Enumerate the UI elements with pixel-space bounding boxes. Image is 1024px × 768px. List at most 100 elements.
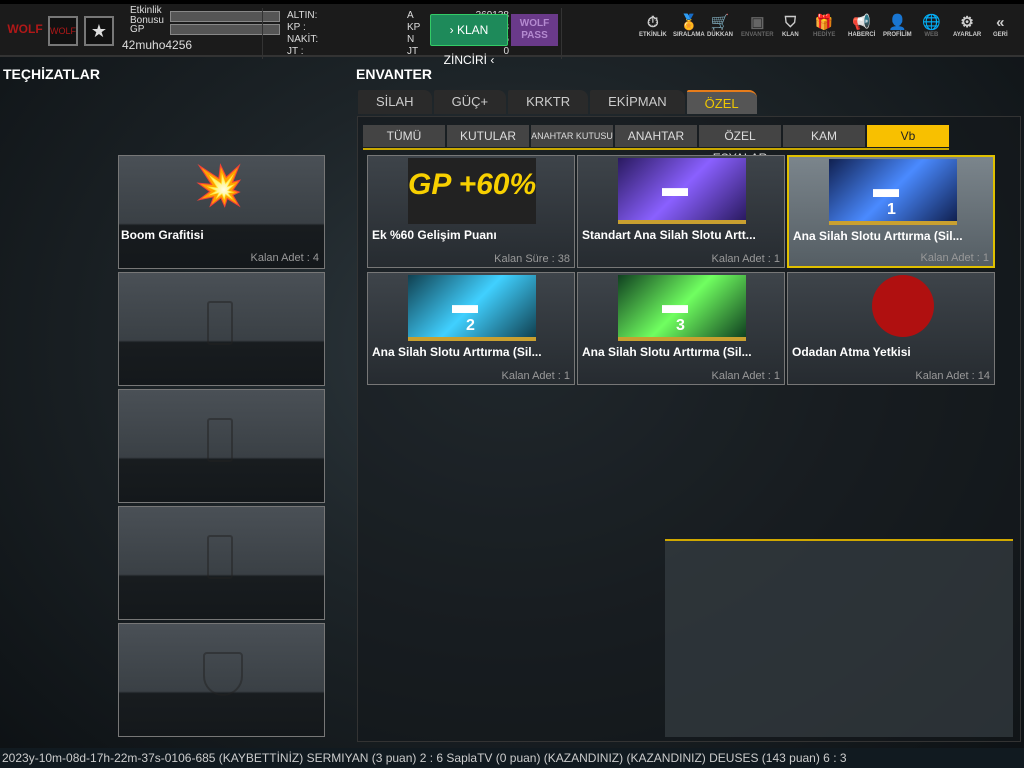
item-count: Kalan Adet : 14 [915,370,990,382]
equipment-slot-empty[interactable] [118,389,325,503]
nav-label: KLAN [782,32,799,38]
nav-label: DÜKKAN [707,32,733,38]
rifle-icon: ▬ [662,289,688,319]
shield-icon [203,652,243,696]
item-count: Kalan Adet : 1 [711,370,781,382]
inventory-item[interactable]: ▬ 2 Ana Silah Slotu Arttırma (Sil... Kalan … [367,272,575,385]
equipment-title: TEÇHİZATLAR [3,66,100,82]
item-image: ▬ [618,158,746,224]
tab-0[interactable]: SİLAH [358,90,432,114]
nav-icon: ⛉ [784,14,796,31]
inventory-tabs: SİLAH GÜÇ+ KRKTR EKİPMAN ÖZEL [358,90,757,114]
inventory-item[interactable]: Odadan Atma Yetkisi Kalan Adet : 14 [787,272,995,385]
nav-label: GERİ [993,32,1008,38]
nav-haberci̇[interactable]: 📢 HABERCİ [848,14,875,38]
gp-label: GP [130,24,145,35]
subtab-6[interactable]: Vb [867,125,949,147]
item-count: Kalan Adet : 1 [501,370,571,382]
klan-zinciri-button[interactable]: › KLAN ZİNCİRİ ‹ [430,14,508,67]
nav-icon: ▣ [750,14,765,31]
spray-can-icon [207,535,233,579]
item-image: ▬ 2 [408,275,536,341]
nav-label: ETKİNLİK [639,32,667,38]
item-count: Kalan Süre : 38 [494,253,570,265]
tab-3[interactable]: EKİPMAN [590,90,685,114]
nav-icon: ⚙ [960,14,974,31]
nav-klan[interactable]: ⛉ KLAN [782,14,799,38]
equipment-slot-empty[interactable] [118,623,325,737]
subtab-3[interactable]: ANAHTAR [615,125,697,147]
item-name: Odadan Atma Yetkisi [792,345,911,359]
equipment-slot[interactable]: 💥 Boom Grafitisi Kalan Adet : 4 [118,155,325,269]
match-ticker: 2023y-10m-08d-17h-22m-37s-0106-685 (KAYB… [0,748,1024,768]
rifle-icon: ▬ [873,173,899,203]
nav-ayarlar[interactable]: ⚙ AYARLAR [953,14,981,38]
inventory-item[interactable]: ▬ 3 Ana Silah Slotu Arttırma (Sil... Kalan … [577,272,785,385]
item-detail-panel [665,539,1013,737]
item-name: Ana Silah Slotu Arttırma (Sil... [793,229,963,243]
item-count: Kalan Adet : 1 [920,252,990,264]
game-logo: WOLF [7,22,43,36]
item-name: Ana Silah Slotu Arttırma (Sil... [372,345,542,359]
subtab-0[interactable]: TÜMÜ [363,125,445,147]
inventory-item[interactable]: GP +60% Ek %60 Gelişim Puanı Kalan Süre : … [367,155,575,268]
inventory-item[interactable]: ▬ Standart Ana Silah Slotu Artt... Kalan A… [577,155,785,268]
nav-label: SIRALAMA [673,32,705,38]
subtab-2[interactable]: ANAHTAR KUTUSU [531,125,613,147]
nav-label: HABERCİ [848,32,876,38]
inventory-item[interactable]: ▬ 1 Ana Silah Slotu Arttırma (Sil... Kalan … [787,155,995,268]
nav-profi̇li̇m[interactable]: 👤 PROFİLİM [883,14,912,38]
item-name: Ana Silah Slotu Arttırma (Sil... [582,345,752,359]
inventory-title: ENVANTER [356,66,432,82]
nav-label: PROFİLİM [883,32,912,38]
clan-emblem[interactable]: WOLF [48,16,78,46]
slot-item-name: Boom Grafitisi [121,228,204,242]
nav-icon: 🏅 [679,14,699,31]
nav-envanter[interactable]: ▣ ENVANTER [741,14,774,38]
nav-web[interactable]: 🌐 WEB [922,14,941,38]
subtab-1[interactable]: KUTULAR [447,125,529,147]
nav-label: WEB [924,32,939,38]
wolf-pass-button[interactable]: WOLF PASS [511,14,558,46]
spray-can-icon [207,418,233,462]
item-image: GP +60% [408,158,536,224]
nav-siralama[interactable]: 🏅 SIRALAMA [673,14,705,38]
equipment-slot-empty[interactable] [118,272,325,386]
rifle-icon: ▬ [452,289,478,319]
kick-icon [872,275,934,337]
slot-item-count: Kalan Adet : 4 [250,252,320,264]
item-name: Standart Ana Silah Slotu Artt... [582,228,756,242]
nav-icon: « [996,14,1005,31]
tab-2[interactable]: KRKTR [508,90,589,114]
item-name: Ek %60 Gelişim Puanı [372,228,497,242]
nav-icon: 🎁 [814,14,834,31]
tab-1[interactable]: GÜÇ+ [433,90,507,114]
spray-can-icon [207,301,233,345]
nav-dükkan[interactable]: 🛒 DÜKKAN [707,14,733,38]
nav-icon: ⏱ [646,14,659,31]
nav-icon: 📢 [852,14,872,31]
equipment-slot-empty[interactable] [118,506,325,620]
nav-etki̇nli̇k[interactable]: ⏱ ETKİNLİK [639,14,667,38]
item-image: ▬ 1 [829,159,957,225]
nav-icon: 🌐 [922,14,941,31]
top-bar: WOLF WOLF ★ Etkinlik Bonusu GP 42muho425… [0,0,1024,67]
item-image: ▬ 3 [618,275,746,341]
nav-label: HEDİYE [813,32,836,38]
subtab-4[interactable]: ÖZEL EŞYALAR [699,125,781,165]
nav-geri̇[interactable]: «GERİ [993,14,1008,38]
item-image [828,275,956,341]
nav-hedi̇ye[interactable]: 🎁 HEDİYE [813,14,835,38]
nav-icon: 🛒 [710,14,730,31]
username: 42muho4256 [122,38,193,52]
nav-label: AYARLAR [953,32,982,38]
item-count: Kalan Adet : 1 [711,253,781,265]
tab-4[interactable]: ÖZEL [686,90,757,114]
event-bonus-label: Etkinlik Bonusu [130,5,164,26]
subtab-5[interactable]: KAM [783,125,865,147]
inventory-subtabs: TÜMÜKUTULARANAHTAR KUTUSUANAHTARÖZEL EŞY… [363,125,949,165]
rank-star-icon: ★ [84,16,114,46]
boom-graffiti-icon: 💥 [194,164,244,208]
rifle-icon: ▬ [662,172,688,202]
nav-icon: 👤 [887,14,907,31]
